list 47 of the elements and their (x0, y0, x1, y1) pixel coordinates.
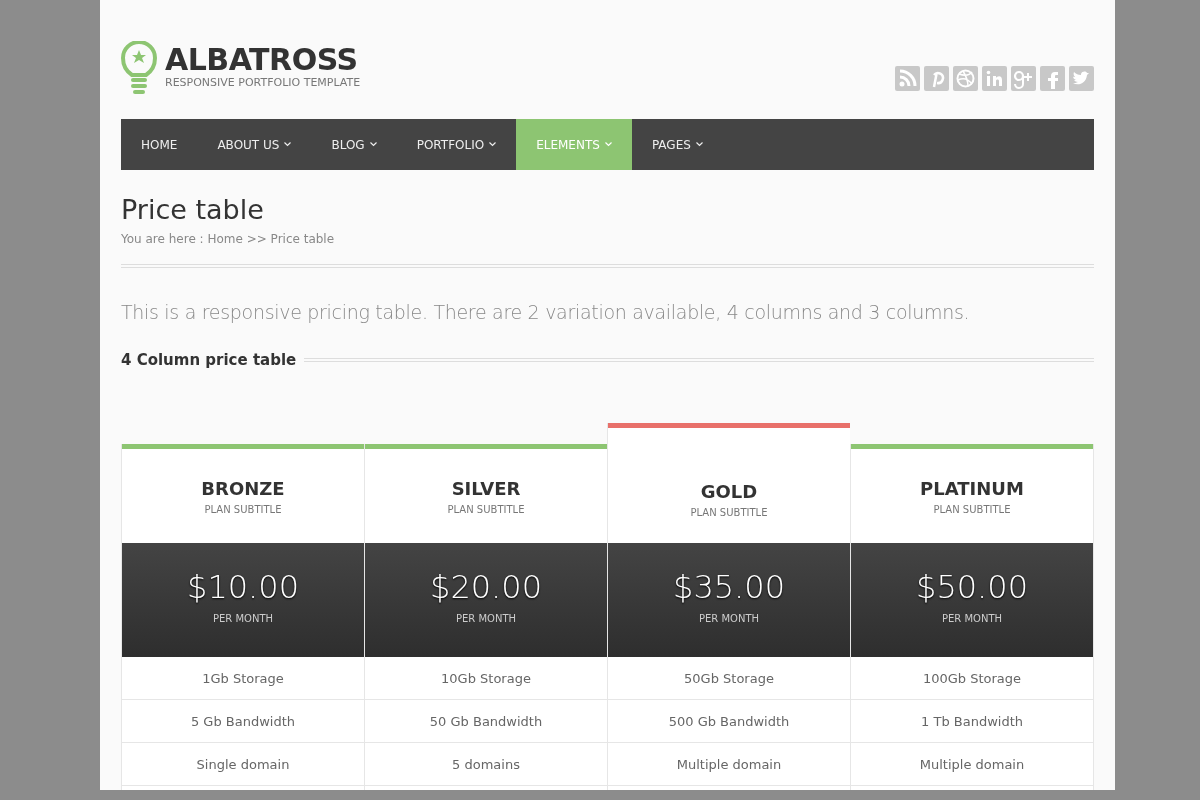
plan-price: $50.00 (916, 567, 1028, 609)
intro-text: This is a responsive pricing table. There are 2 variation available, 4 columns and 3 columns. (121, 300, 971, 326)
nav-item[interactable]: PAGES (631, 119, 723, 170)
section-title: 4 Column price table (121, 349, 297, 371)
plan-price: $35.00 (673, 567, 785, 609)
plan-subtitle: PLAN SUBTITLE (447, 503, 525, 518)
plan-subtitle: PLAN SUBTITLE (933, 503, 1011, 518)
pinterest-icon[interactable] (924, 66, 949, 91)
plan-feature: Multiple domain (676, 755, 782, 774)
plan-price: $10.00 (187, 567, 299, 609)
plan-period: PER MONTH (455, 612, 517, 627)
nav-item[interactable]: PORTFOLIO (396, 119, 517, 170)
nav-item[interactable]: BLOG (311, 119, 397, 170)
nav-item[interactable]: HOME (121, 119, 198, 170)
dribbble-icon[interactable] (953, 66, 978, 91)
facebook-icon[interactable] (1040, 66, 1065, 91)
linkedin-icon[interactable] (982, 66, 1007, 91)
plan-feature: 5 Gb Bandwidth (190, 712, 296, 731)
plan-feature: Multiple domain (919, 755, 1025, 774)
plan-feature: Single domain (196, 755, 290, 774)
plan-feature: 1 Tb Bandwidth (921, 712, 1023, 731)
plan-period: PER MONTH (698, 612, 760, 627)
page-title: Price table (121, 194, 265, 227)
breadcrumb: You are here : Home >> Price table (121, 231, 336, 249)
plan-feature: 10Gb Storage (441, 669, 531, 688)
plan-price: $20.00 (430, 567, 542, 609)
plan-name: BRONZE (201, 477, 285, 502)
plan-feature: 50 Gb Bandwidth (429, 712, 543, 731)
plan-name: SILVER (451, 477, 521, 502)
plan-feature: 1Gb Storage (202, 669, 284, 688)
plan-feature: 5 domains (452, 755, 520, 774)
rss-icon[interactable] (895, 66, 920, 91)
plan-name: GOLD (700, 480, 758, 505)
twitter-icon[interactable] (1069, 66, 1094, 91)
plan-subtitle: PLAN SUBTITLE (690, 506, 768, 521)
logo-tagline: RESPONSIVE PORTFOLIO TEMPLATE (165, 74, 361, 91)
plan-period: PER MONTH (212, 612, 274, 627)
plan-period: PER MONTH (941, 612, 1003, 627)
googleplus-icon[interactable] (1011, 66, 1036, 91)
logo-title: ALBATROSS (165, 44, 359, 75)
plan-feature: 50Gb Storage (684, 669, 774, 688)
lightbulb-icon (121, 41, 157, 95)
plan-subtitle: PLAN SUBTITLE (204, 503, 282, 518)
plan-feature: 100Gb Storage (922, 669, 1022, 688)
nav-item[interactable]: ABOUT US (197, 119, 312, 170)
plan-feature: 500 Gb Bandwidth (668, 712, 790, 731)
plan-name: PLATINUM (920, 477, 1024, 502)
